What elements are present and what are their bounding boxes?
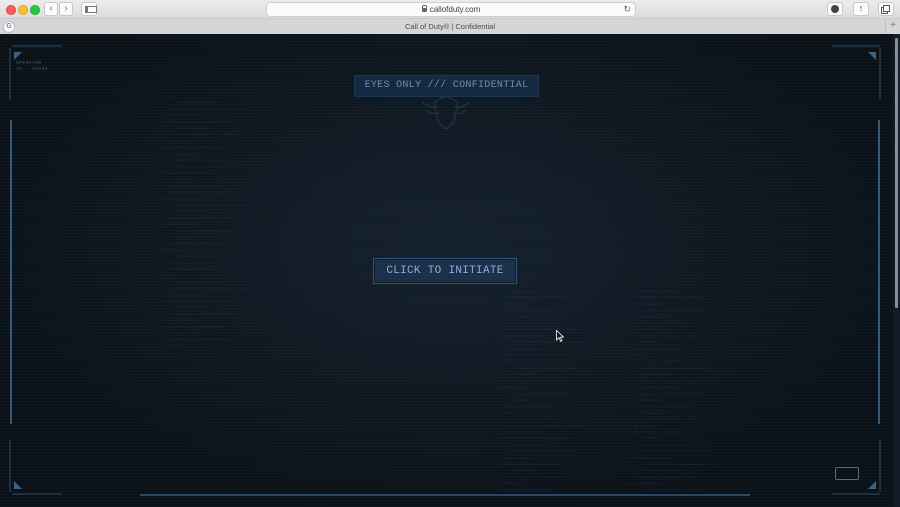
tabs-icon[interactable] bbox=[878, 2, 894, 16]
emblem-icon bbox=[421, 95, 471, 130]
lock-icon bbox=[421, 5, 428, 12]
chevron-right-icon[interactable]: › bbox=[59, 2, 73, 16]
scrollbar-thumb[interactable] bbox=[895, 38, 898, 308]
bottom-divider bbox=[140, 494, 750, 496]
share-icon[interactable] bbox=[853, 2, 869, 16]
plus-icon[interactable]: + bbox=[885, 19, 900, 34]
fullscreen-window-button[interactable] bbox=[30, 5, 40, 15]
fullscreen-icon[interactable] bbox=[835, 467, 859, 480]
eyes-only-banner: EYES ONLY /// CONFIDENTIAL bbox=[354, 75, 539, 97]
operator-label: OPERATOR bbox=[16, 61, 42, 66]
download-icon[interactable] bbox=[827, 2, 843, 16]
tab-title[interactable]: Call of Duty® | Confidential bbox=[0, 19, 900, 34]
close-window-button[interactable] bbox=[6, 5, 16, 15]
mouse-cursor-icon bbox=[556, 330, 564, 342]
browser-chrome: ‹ › callofduty.com ↻ G Call of Duty® | C… bbox=[0, 0, 900, 35]
reload-icon[interactable]: ↻ bbox=[623, 3, 631, 16]
url-text: callofduty.com bbox=[429, 5, 481, 14]
tab-bar: G Call of Duty® | Confidential + bbox=[0, 19, 900, 35]
browser-toolbar: ‹ › callofduty.com ↻ bbox=[0, 0, 900, 19]
operator-id: ID - 39308 bbox=[16, 67, 49, 72]
sidebar-icon[interactable] bbox=[81, 2, 97, 16]
minimize-window-button[interactable] bbox=[18, 5, 28, 15]
page-viewport: =-=-=- =-=-=-=-=-=-=-=-=- =-=-=-=-=-=-=-… bbox=[0, 34, 900, 507]
chevron-left-icon[interactable]: ‹ bbox=[44, 2, 58, 16]
initiate-button[interactable]: CLICK TO INITIATE bbox=[373, 258, 517, 284]
address-bar[interactable]: callofduty.com ↻ bbox=[266, 2, 636, 17]
